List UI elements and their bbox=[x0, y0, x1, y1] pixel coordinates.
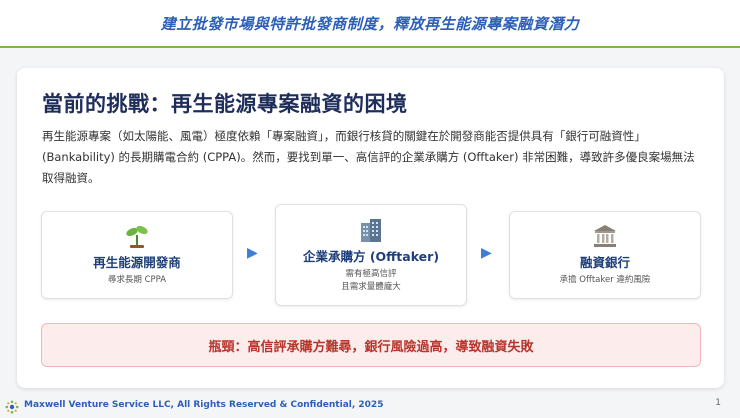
page-number: 1 bbox=[715, 398, 721, 408]
office-building-icon bbox=[358, 217, 384, 243]
flow-step-label: 企業承購方 (Offtaker) bbox=[302, 248, 440, 264]
right-arrow-icon: ▶ bbox=[247, 245, 258, 261]
flow-step-bank: 融資銀行 承擔 Offtaker 違約風險 bbox=[509, 211, 701, 299]
seedling-icon bbox=[124, 223, 150, 249]
intro-paragraph: 再生能源專案（如太陽能、風電）極度依賴「專案融資」，而銀行核貸的關鍵在於開發商能… bbox=[42, 129, 695, 185]
bank-icon bbox=[592, 223, 618, 249]
flow-step-sub: 尋求長期 CPPA bbox=[107, 275, 167, 285]
flow-step-developer: 再生能源開發商 尋求長期 CPPA bbox=[41, 211, 233, 299]
bottleneck-alert: 瓶頸：高信評承購方難尋，銀行風險過高，導致融資失敗 bbox=[41, 323, 701, 367]
flow-step-sub: 承擔 Offtaker 違約風險 bbox=[559, 275, 651, 285]
flow-step-sub-line: 且需求量體龐大 bbox=[341, 281, 401, 292]
alert-text: 瓶頸：高信評承購方難尋，銀行風險過高，導致融資失敗 bbox=[208, 339, 534, 355]
flow-step-sub: 需有極高信評 且需求量體龐大 bbox=[341, 268, 401, 294]
flow-step-label: 融資銀行 bbox=[579, 255, 630, 270]
page-title: 建立批發市場與特許批發商制度，釋放再生能源專案融資潛力 bbox=[160, 14, 580, 33]
company-logo-icon bbox=[5, 399, 19, 414]
footer-company: Maxwell Venture Service LLC, All Rights … bbox=[24, 400, 384, 410]
right-arrow-icon: ▶ bbox=[481, 245, 492, 261]
flow-step-offtaker: 企業承購方 (Offtaker) 需有極高信評 且需求量體龐大 bbox=[275, 204, 467, 306]
flow-step-label: 再生能源開發商 bbox=[93, 255, 181, 270]
flow-step-sub-line: 需有極高信評 bbox=[345, 268, 397, 279]
footer: Maxwell Venture Service LLC, All Rights … bbox=[0, 396, 740, 416]
section-heading: 當前的挑戰：再生能源專案融資的困境 bbox=[42, 92, 408, 116]
content-card: 當前的挑戰：再生能源專案融資的困境 再生能源專案（如太陽能、風電）極度依賴「專案… bbox=[17, 68, 724, 388]
header-bar: 建立批發市場與特許批發商制度，釋放再生能源專案融資潛力 bbox=[0, 0, 740, 48]
